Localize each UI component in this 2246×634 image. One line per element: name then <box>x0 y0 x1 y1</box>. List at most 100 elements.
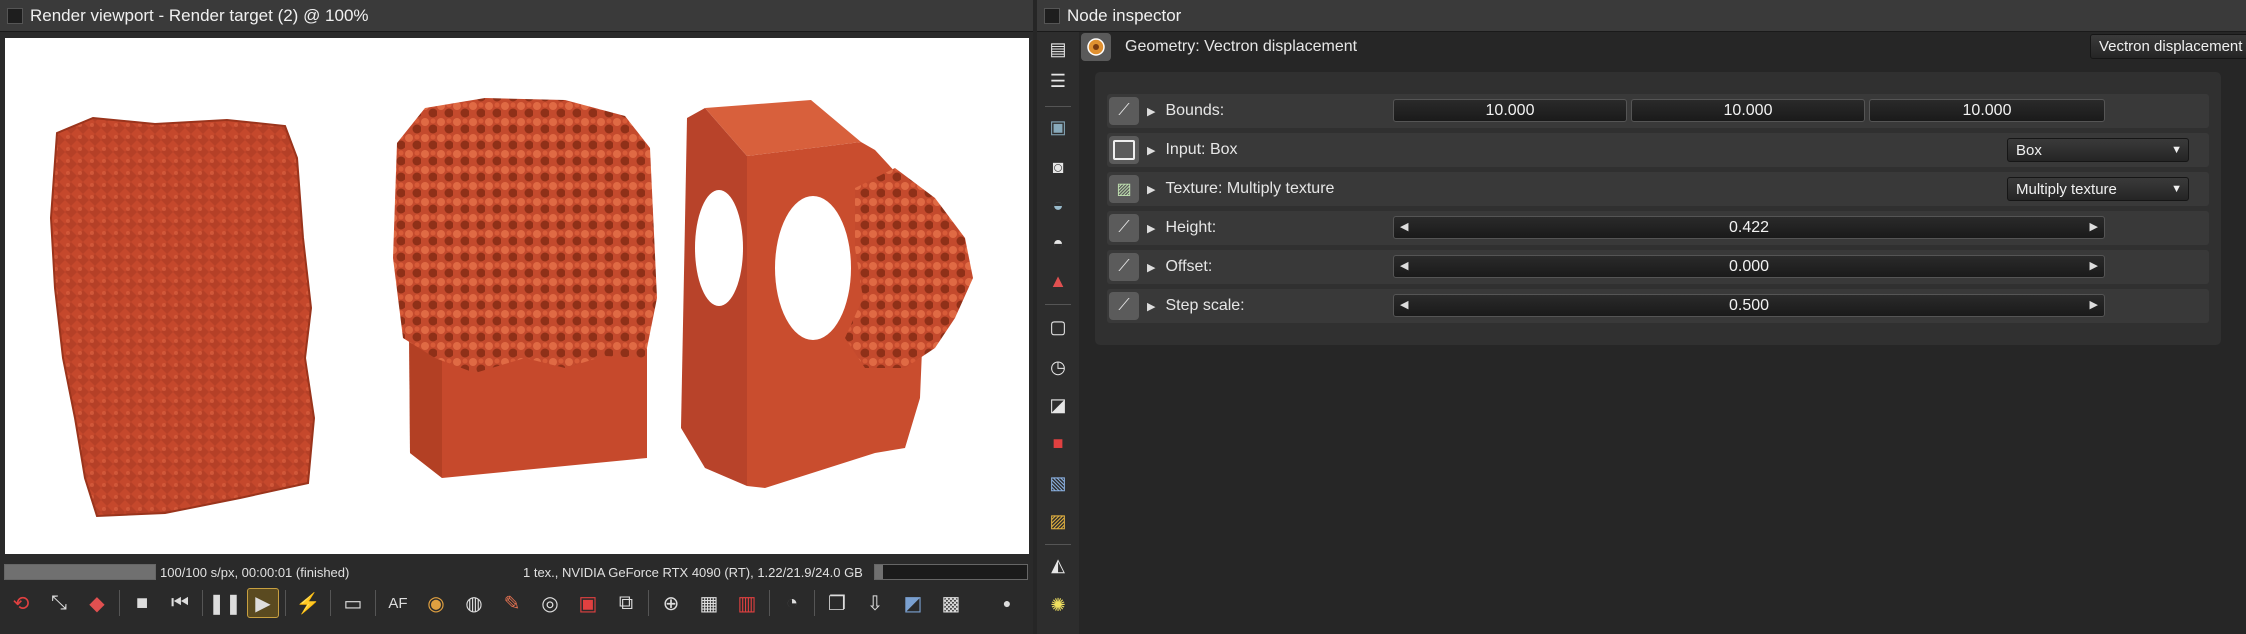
kernel-icon[interactable]: ◓ <box>1045 230 1071 256</box>
play-icon[interactable]: ▶ <box>247 588 279 618</box>
image-icon[interactable]: ▣ <box>1045 114 1071 140</box>
node-header: Geometry: Vectron displacement <box>1081 32 2246 62</box>
checker-icon[interactable]: ▩ <box>935 588 967 618</box>
expand-triangle-icon[interactable]: ▶ <box>1147 144 1155 157</box>
grid-icon[interactable]: ▦ <box>693 588 725 618</box>
offset-slider[interactable]: ◀ 0.000 ▶ <box>1393 255 2105 278</box>
globe-settings-icon[interactable]: ⊕ <box>655 588 687 618</box>
float-icon[interactable]: ⟋ <box>1109 97 1139 125</box>
render-scene <box>49 98 973 518</box>
postprocess-icon[interactable]: ■ <box>1045 430 1071 456</box>
node-type-dropdown[interactable]: Vectron displacement▼ <box>2090 34 2246 59</box>
input-label: Input: Box <box>1165 141 1238 158</box>
bounds-y-field[interactable]: 10.000 <box>1631 99 1865 122</box>
lightning-icon[interactable]: ⚡ <box>292 588 324 618</box>
height-slider[interactable]: ◀ 0.422 ▶ <box>1393 216 2105 239</box>
inspector-title: Node inspector <box>1067 5 1182 25</box>
material-icon[interactable]: ▲ <box>1045 268 1071 294</box>
environment-icon[interactable]: ◒ <box>1045 192 1071 218</box>
render-progress-bar <box>4 564 156 580</box>
color-wheel-icon[interactable]: ◉ <box>420 588 452 618</box>
texture-row: ▨ ▶ Texture: Multiply texture Multiply t… <box>1107 172 2209 206</box>
pause-icon[interactable]: ❚❚ <box>208 588 242 618</box>
panel-menu-box[interactable] <box>1044 7 1060 24</box>
render-region-icon[interactable]: ⧉ <box>610 588 642 618</box>
region-icon[interactable]: ▣ <box>572 588 604 618</box>
af-label: AF <box>388 594 408 612</box>
step-scale-slider[interactable]: ◀ 0.500 ▶ <box>1393 294 2105 317</box>
increment-arrow-icon[interactable]: ▶ <box>2090 298 2098 311</box>
pin-icon[interactable]: ▤ <box>1045 36 1071 62</box>
af-icon[interactable]: AF <box>382 588 414 618</box>
animation-icon[interactable]: ◷ <box>1045 354 1071 380</box>
render-image[interactable] <box>5 38 1029 554</box>
inspector-titlebar[interactable]: Node inspector <box>1037 0 2246 32</box>
chevron-down-icon: ▼ <box>2171 183 2182 195</box>
toolbar-separator <box>648 590 649 616</box>
float-icon[interactable]: ⟋ <box>1109 253 1139 281</box>
increment-arrow-icon[interactable]: ▶ <box>2090 259 2098 272</box>
imager-icon[interactable]: ◪ <box>1045 392 1071 418</box>
fit-icon[interactable]: ⤡ <box>43 588 75 618</box>
toolbar-separator <box>285 590 286 616</box>
film-icon[interactable]: ▥ <box>731 588 763 618</box>
panel-menu-box[interactable] <box>7 7 23 24</box>
collapse-icon[interactable]: ☰ <box>1045 68 1071 94</box>
film-settings-icon[interactable]: ▢ <box>1045 314 1071 340</box>
viewport-titlebar[interactable]: Render viewport - Render target (2) @ 10… <box>0 0 1033 32</box>
bounds-x-field[interactable]: 10.000 <box>1393 99 1627 122</box>
node-label: Geometry: Vectron displacement <box>1125 38 1358 55</box>
inspector-content: Geometry: Vectron displacement Vectron d… <box>1081 32 2246 634</box>
toolbar-separator <box>814 590 815 616</box>
cube-icon[interactable]: ◆ <box>81 588 113 618</box>
save-icon[interactable]: ⇩ <box>859 588 891 618</box>
texture-dropdown[interactable]: Multiply texture ▼ <box>2007 177 2189 201</box>
camera-pick-icon[interactable]: ◎ <box>534 588 566 618</box>
monitor-icon[interactable]: ▭ <box>337 588 369 618</box>
geometry-icon[interactable] <box>1109 136 1139 164</box>
render-viewport-panel: Render viewport - Render target (2) @ 10… <box>0 0 1033 634</box>
float-icon[interactable]: ⟋ <box>1109 292 1139 320</box>
input-dropdown[interactable]: Box ▼ <box>2007 138 2189 162</box>
sphere-icon[interactable]: ◍ <box>458 588 490 618</box>
texture-icon[interactable]: ▨ <box>1109 175 1139 203</box>
copy-icon[interactable]: ❐ <box>821 588 853 618</box>
camera-icon[interactable]: ◙ <box>1045 154 1071 180</box>
gauge-icon[interactable]: ◔ <box>776 588 808 618</box>
float-icon[interactable]: ⟋ <box>1109 214 1139 242</box>
expand-triangle-icon[interactable]: ▶ <box>1147 183 1155 196</box>
light-icon[interactable]: ✺ <box>1045 592 1071 618</box>
render-layers-icon[interactable]: ▧ <box>1045 470 1071 496</box>
expand-triangle-icon[interactable]: ▶ <box>1147 105 1155 118</box>
recycle-icon[interactable]: ⟲ <box>5 588 37 618</box>
bounds-z-field[interactable]: 10.000 <box>1869 99 2105 122</box>
landscape-icon[interactable]: ◭ <box>1045 552 1071 578</box>
stop-icon[interactable]: ■ <box>126 588 158 618</box>
export-icon[interactable]: ◩ <box>897 588 929 618</box>
node-type-icon[interactable] <box>1081 33 1111 61</box>
bounds-label: Bounds: <box>1165 102 1225 119</box>
height-row: ⟋ ▶ Height: ◀ 0.422 ▶ <box>1107 211 2209 245</box>
height-label: Height: <box>1165 219 1217 236</box>
expand-triangle-icon[interactable]: ▶ <box>1147 261 1155 274</box>
decrement-arrow-icon[interactable]: ◀ <box>1400 298 1408 311</box>
side-separator <box>1045 106 1071 107</box>
texture-dropdown-value: Multiply texture <box>2016 180 2117 198</box>
increment-arrow-icon[interactable]: ▶ <box>2090 220 2098 233</box>
render-passes-icon[interactable]: ▨ <box>1045 508 1071 534</box>
bounds-row: ⟋ ▶ Bounds: 10.000 10.000 10.000 <box>1107 94 2209 128</box>
decrement-arrow-icon[interactable]: ◀ <box>1400 259 1408 272</box>
viewport-title: Render viewport - Render target (2) @ 10… <box>30 5 369 25</box>
height-value: 0.422 <box>1728 218 1770 236</box>
rewind-icon[interactable]: ⏮ <box>164 588 196 618</box>
brush-icon[interactable]: ✎ <box>496 588 528 618</box>
memory-bar <box>874 564 1028 580</box>
gpu-status-text: 1 tex., NVIDIA GeForce RTX 4090 (RT), 1.… <box>523 565 863 580</box>
expand-triangle-icon[interactable]: ▶ <box>1147 300 1155 313</box>
texture-label: Texture: Multiply texture <box>1165 180 1335 197</box>
offset-row: ⟋ ▶ Offset: ◀ 0.000 ▶ <box>1107 250 2209 284</box>
dot-icon[interactable]: ● <box>991 588 1023 618</box>
decrement-arrow-icon[interactable]: ◀ <box>1400 220 1408 233</box>
step-scale-label: Step scale: <box>1165 297 1245 314</box>
expand-triangle-icon[interactable]: ▶ <box>1147 222 1155 235</box>
